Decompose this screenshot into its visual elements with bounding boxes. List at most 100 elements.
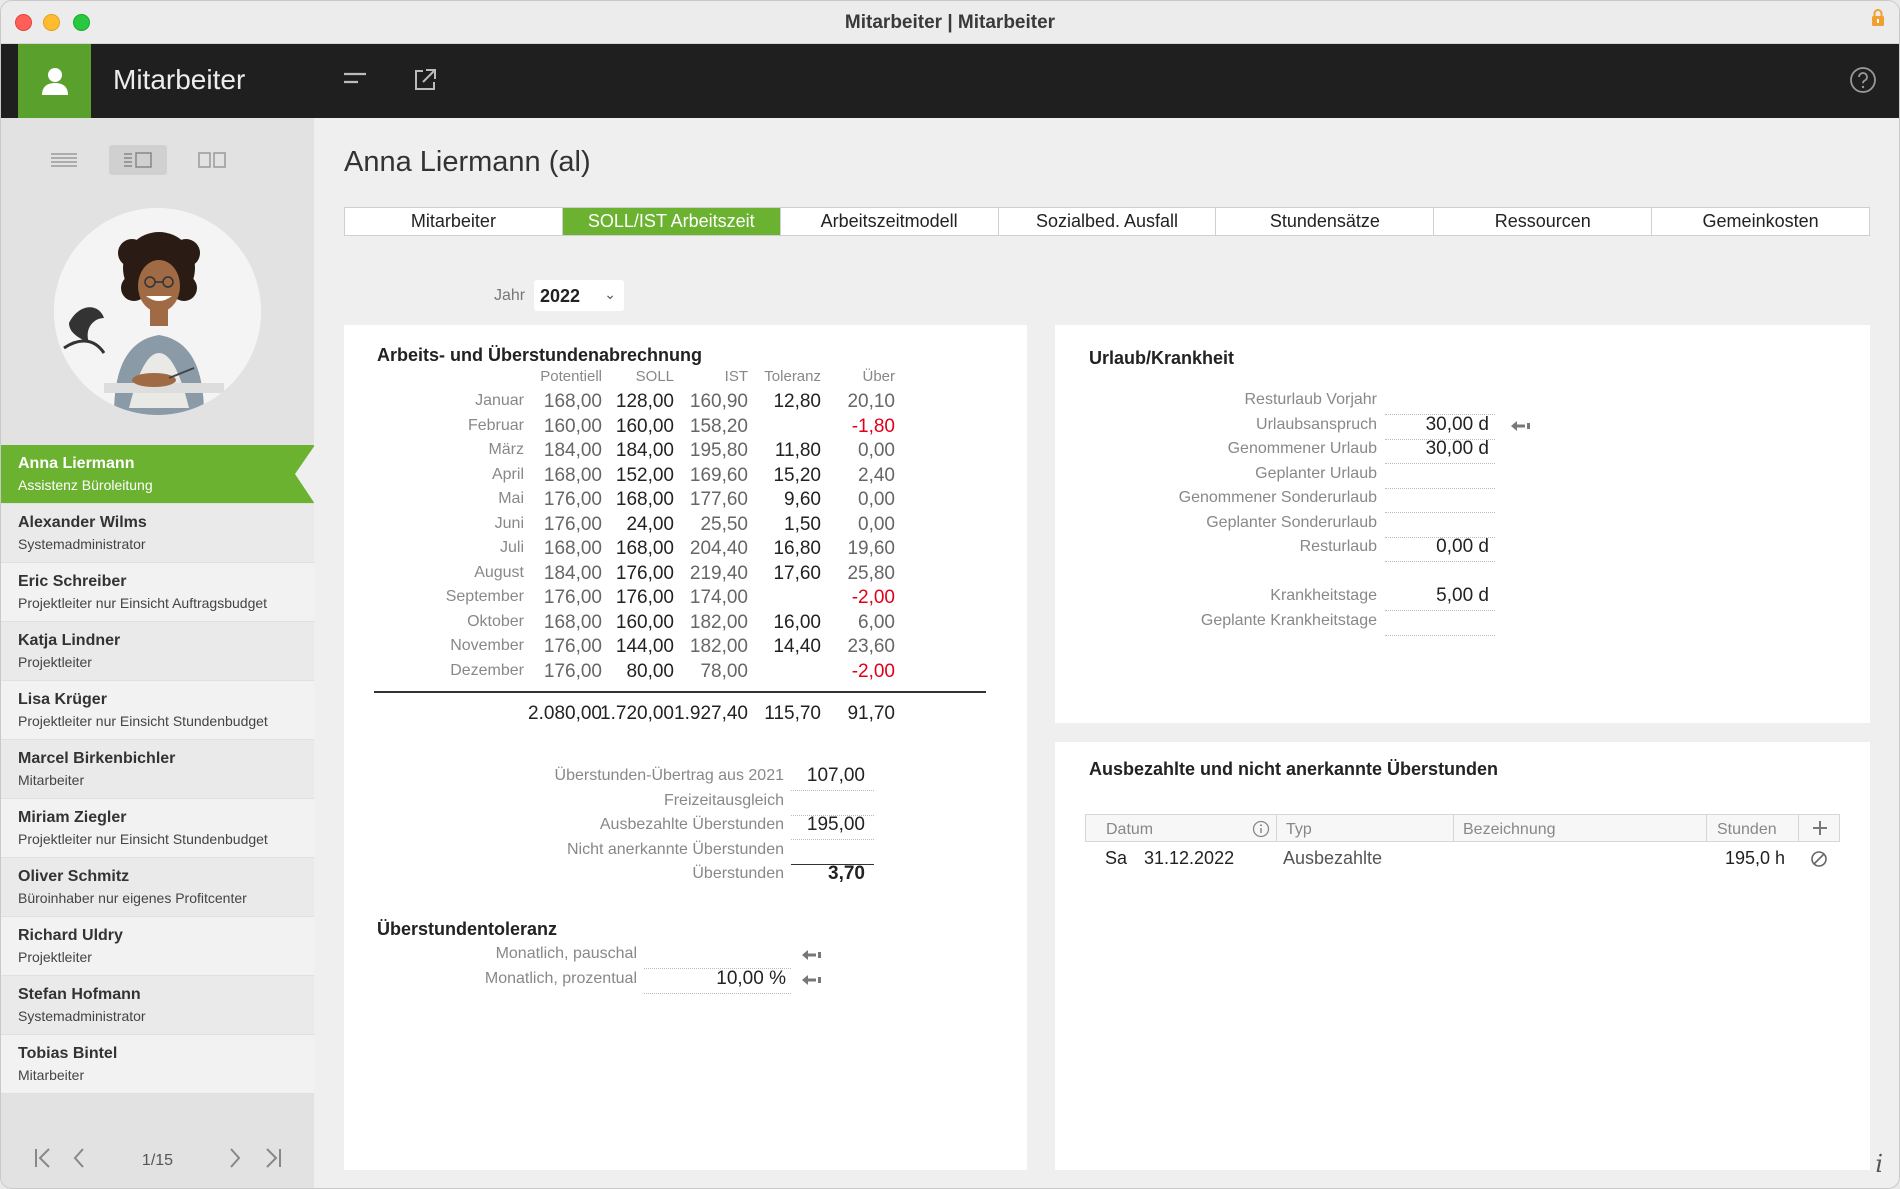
title-bar: Mitarbeiter | Mitarbeiter [1,1,1899,44]
vacation-field-line [1385,512,1495,513]
person-name: Marcel Birkenbichler [18,750,176,767]
arrow-left-icon[interactable] [801,974,823,986]
month-label: Mai [498,490,524,507]
pager: 1/15 [1,1130,314,1188]
list-view-button[interactable] [35,145,93,175]
summary-value[interactable]: 195,00 [791,814,865,836]
vacation-value[interactable]: 0,00 d [1385,536,1489,558]
cell-ueber: 19,60 [847,538,895,559]
list-item[interactable]: Anna Liermann Assistenz Büroleitung [1,445,315,504]
split-view-icon [124,152,152,168]
person-role: Projektleiter nur Einsicht Stundenbudget [18,831,268,847]
list-item[interactable]: Richard Uldry Projektleiter [1,917,314,976]
month-label: Januar [475,392,524,409]
page-title: Anna Liermann (al) [344,146,591,178]
export-icon[interactable] [411,66,439,94]
list-item[interactable]: Miriam Ziegler Projektleiter nur Einsicht… [1,799,314,858]
list-item[interactable]: Marcel Birkenbichler Mitarbeiter [1,740,314,799]
person-name: Richard Uldry [18,927,123,944]
tab-ressourcen[interactable]: Ressourcen [1434,208,1653,235]
vacation-label: Urlaubsanspruch [1256,415,1377,433]
tab-mitarbeiter[interactable]: Mitarbeiter [345,208,563,235]
person-role: Projektleiter [18,949,92,965]
person-role: Systemadministrator [18,1008,146,1024]
cancel-icon[interactable] [1810,850,1828,868]
card-view-button[interactable] [183,145,241,175]
list-item[interactable]: Stefan Hofmann Systemadministrator [1,976,314,1035]
person-name: Miriam Ziegler [18,809,127,826]
payout-title: Ausbezahlte und nicht anerkannte Überstu… [1089,759,1499,779]
last-page-icon[interactable] [263,1146,283,1170]
person-name: Eric Schreiber [18,573,127,590]
year-select[interactable]: 2022 ⌄ [534,280,624,311]
list-item[interactable]: Katja Lindner Projektleiter [1,622,314,681]
table-row[interactable]: Sa 31.12.2022 Ausbezahlte 195,0 h [1085,848,1840,874]
tab-bar: Mitarbeiter SOLL/IST Arbeitszeit Arbeitsze… [344,207,1870,236]
col-datum[interactable]: Datum [1106,821,1153,839]
cell-ist: 78,00 [700,660,748,682]
person-name: Tobias Bintel [18,1045,118,1062]
list-item[interactable]: Eric Schreiber Projektleiter nur Einsicht… [1,563,314,622]
summary-field-line [791,839,874,840]
col-bezeichnung[interactable]: Bezeichnung [1463,821,1556,839]
row-date: 31.12.2022 [1144,848,1235,868]
tab-arbeitszeitmodell[interactable]: Arbeitszeitmodell [781,208,999,235]
month-label: August [474,563,524,581]
person-role: Systemadministrator [18,536,146,552]
tab-soll-ist-arbeitszeit[interactable]: SOLL/IST Arbeitszeit [562,208,781,235]
arrow-left-icon[interactable] [801,949,823,961]
vacation-value[interactable]: 30,00 d [1385,414,1489,436]
help-icon[interactable] [1849,66,1877,94]
tolerance-field-line [644,992,791,994]
summary-label: Überstunden [692,865,784,882]
add-icon[interactable] [1811,819,1829,837]
user-icon [41,68,68,95]
payout-card: Ausbezahlte und nicht anerkannte Überstu… [1055,742,1870,1170]
vacation-value[interactable]: 30,00 d [1385,438,1489,460]
cell-ist: 174,00 [689,587,748,608]
summary-value[interactable]: 107,00 [791,765,865,787]
sidebar: Anna Liermann Assistenz Büroleitung Alexan… [1,118,315,1188]
summary-label: Überstunden-Übertrag aus 2021 [554,767,784,784]
tab-stundens-tze[interactable]: Stundensätze [1216,208,1435,235]
window-title: Mitarbeiter | Mitarbeiter [844,12,1056,33]
month-label: Juli [499,539,524,556]
month-label: Oktober [467,612,524,630]
cell-ueber: 25,80 [847,562,895,584]
list-item[interactable]: Oliver Schmitz Büroinhaber nur eigenes Pr… [1,858,314,917]
person-role: Mitarbeiter [18,772,85,788]
split-view-button[interactable] [109,145,167,175]
cell-ueber: 2,40 [858,464,895,486]
person-role: Projektleiter nur Einsicht Stundenbudget [18,713,268,729]
lock-icon[interactable] [1871,9,1885,27]
info-icon[interactable] [1252,820,1270,838]
month-label: Juni [494,514,524,532]
tolerance-label: Monatlich, pauschal [495,945,637,962]
arrow-left-icon[interactable] [1510,420,1532,432]
row-type: Ausbezahlte [1283,848,1383,868]
column-header: Über [862,368,895,385]
vacation-value[interactable]: 5,00 d [1385,585,1489,607]
app-name: Mitarbeiter [113,64,246,95]
next-page-icon[interactable] [227,1146,243,1170]
list-item[interactable]: Alexander Wilms Systemadministrator [1,504,314,563]
cell-ueber: -2,00 [851,660,895,682]
tolerance-value[interactable]: 10,00 % [644,968,786,990]
vacation-field-line [1385,463,1495,464]
info-icon[interactable]: i [1875,1150,1883,1178]
col-typ[interactable]: Typ [1286,821,1312,839]
avatar [54,208,261,415]
tab-gemeinkosten[interactable]: Gemeinkosten [1652,208,1869,235]
list-view-icon [51,153,77,167]
month-label: Februar [467,416,524,434]
vacation-label: Genommener Sonderurlaub [1178,489,1377,506]
year-label: Jahr [494,287,526,304]
list-item[interactable]: Tobias Bintel Mitarbeiter [1,1035,314,1094]
cell-ueber: 0,00 [858,513,895,535]
app-window: Mitarbeiter | Mitarbeiter Mitarbeiter An… [0,0,1900,1189]
tab-sozialbed-ausfall[interactable]: Sozialbed. Ausfall [999,208,1217,235]
col-stunden[interactable]: Stunden [1717,821,1777,839]
list-item[interactable]: Lisa Krüger Projektleiter nur Einsicht St… [1,681,314,740]
menu-icon[interactable] [341,66,369,94]
summary-label: Freizeitausgleich [663,791,784,809]
